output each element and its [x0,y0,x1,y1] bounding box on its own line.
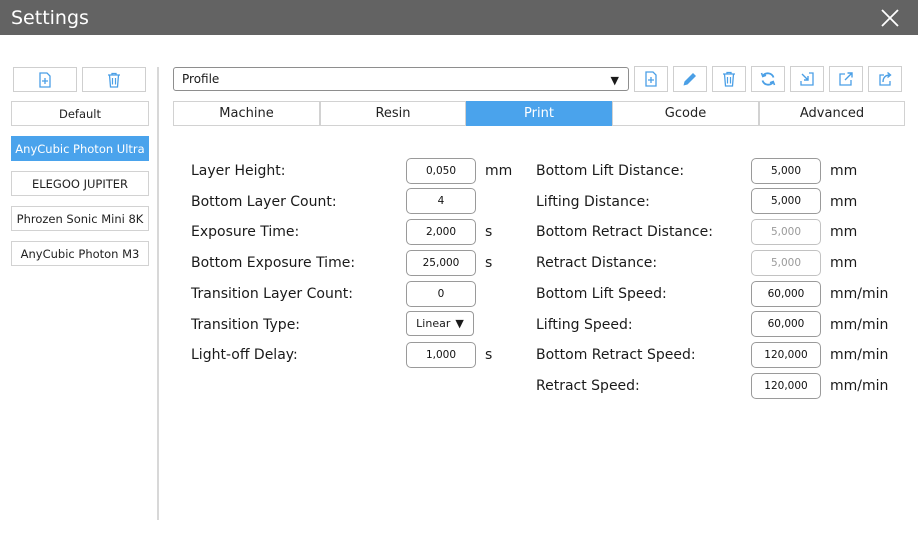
tab-resin[interactable]: Resin [320,101,466,126]
add-file-icon [645,71,657,87]
trash-icon [723,71,735,87]
exposure-time-unit: s [485,224,493,240]
add-profile-button[interactable] [634,66,668,92]
lifting-speed-label: Lifting Speed: [536,317,633,333]
bottom-exposure-time-field[interactable]: 25,000 [406,250,476,276]
transition-type-value: Linear [416,317,451,330]
transition-type-select[interactable]: Linear ▼ [406,311,474,336]
refresh-profile-button[interactable] [751,66,785,92]
printer-item-default[interactable]: Default [11,101,149,126]
bottom-retract-speed-field[interactable]: 120,000 [751,342,821,368]
layer-height-label: Layer Height: [191,163,286,179]
bottom-retract-distance-label: Bottom Retract Distance: [536,224,713,240]
retract-speed-unit: mm/min [830,378,889,394]
close-icon[interactable] [880,8,900,28]
title-bar: Settings [0,0,918,35]
bottom-exposure-time-unit: s [485,255,493,271]
chevron-down-icon: ▼ [455,317,464,330]
profile-select-value: Profile [182,72,220,86]
edit-profile-button[interactable] [673,66,707,92]
export-copy-profile-button[interactable] [868,66,902,92]
transition-layer-count-label: Transition Layer Count: [191,286,353,302]
chevron-down-icon: ▼ [610,74,619,87]
light-off-delay-unit: s [485,347,493,363]
window-title: Settings [11,7,89,29]
tab-gcode[interactable]: Gcode [612,101,759,126]
lifting-distance-unit: mm [830,194,858,210]
delete-profile-button[interactable] [712,66,746,92]
delete-printer-button[interactable] [82,67,146,92]
add-printer-button[interactable] [13,67,77,92]
pencil-icon [683,73,696,86]
export-icon [839,72,853,86]
lifting-speed-unit: mm/min [830,317,889,333]
bottom-retract-distance-unit: mm [830,224,858,240]
transition-layer-count-field[interactable]: 0 [406,281,476,307]
export-copy-icon [879,71,892,86]
light-off-delay-label: Light-off Delay: [191,347,298,363]
printer-item-elegoo-jupiter[interactable]: ELEGOO JUPITER [11,171,149,196]
retract-speed-label: Retract Speed: [536,378,640,394]
layer-height-field[interactable]: 0,050 [406,158,476,184]
retract-distance-field[interactable]: 5,000 [751,250,821,276]
printer-item-phrozen-sonic-mini-8k[interactable]: Phrozen Sonic Mini 8K [11,206,149,231]
import-icon [800,72,814,86]
light-off-delay-field[interactable]: 1,000 [406,342,476,368]
lifting-distance-field[interactable]: 5,000 [751,188,821,214]
retract-distance-label: Retract Distance: [536,255,658,271]
tab-print[interactable]: Print [466,101,612,126]
bottom-lift-speed-field[interactable]: 60,000 [751,281,821,307]
bottom-retract-distance-field[interactable]: 5,000 [751,219,821,245]
profile-select[interactable]: Profile ▼ [173,67,629,91]
layer-height-unit: mm [485,163,513,179]
bottom-lift-speed-label: Bottom Lift Speed: [536,286,667,302]
sidebar-divider [157,67,159,520]
refresh-icon [760,72,776,86]
lifting-speed-field[interactable]: 60,000 [751,311,821,337]
export-profile-button[interactable] [829,66,863,92]
printer-item-anycubic-photon-ultra[interactable]: AnyCubic Photon Ultra [11,136,149,161]
bottom-lift-distance-field[interactable]: 5,000 [751,158,821,184]
exposure-time-label: Exposure Time: [191,224,300,240]
bottom-lift-distance-unit: mm [830,163,858,179]
trash-icon [108,72,120,88]
printer-item-anycubic-photon-m3[interactable]: AnyCubic Photon M3 [11,241,149,266]
bottom-layer-count-field[interactable]: 4 [406,188,476,214]
retract-distance-unit: mm [830,255,858,271]
bottom-retract-speed-label: Bottom Retract Speed: [536,347,696,363]
bottom-lift-distance-label: Bottom Lift Distance: [536,163,685,179]
tab-machine[interactable]: Machine [173,101,320,126]
add-file-icon [39,71,51,88]
import-profile-button[interactable] [790,66,824,92]
lifting-distance-label: Lifting Distance: [536,194,650,210]
transition-type-label: Transition Type: [191,317,301,333]
exposure-time-field[interactable]: 2,000 [406,219,476,245]
tab-advanced[interactable]: Advanced [759,101,905,126]
bottom-exposure-time-label: Bottom Exposure Time: [191,255,356,271]
bottom-lift-speed-unit: mm/min [830,286,889,302]
bottom-layer-count-label: Bottom Layer Count: [191,194,337,210]
bottom-retract-speed-unit: mm/min [830,347,889,363]
retract-speed-field[interactable]: 120,000 [751,373,821,399]
